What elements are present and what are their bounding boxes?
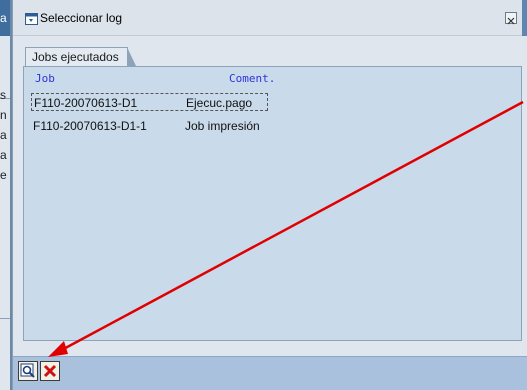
list-item[interactable]: F110-20070613-D1-1 Job impresión — [24, 117, 521, 135]
background-window-edge-right — [522, 0, 527, 36]
job-name: F110-20070613-D1-1 — [33, 119, 147, 133]
dialog-toolbar — [13, 356, 527, 390]
display-log-button[interactable] — [18, 361, 38, 381]
close-button[interactable] — [505, 12, 517, 25]
tab-jobs-ejecutados[interactable]: Jobs ejecutados — [25, 47, 136, 66]
list-item[interactable]: F110-20070613-D1 Ejecuc.pago — [31, 93, 268, 111]
tab-label: Jobs ejecutados — [32, 50, 119, 64]
background-window-edge: a s n a a e — [0, 0, 12, 390]
column-header-comment[interactable]: Coment. — [229, 72, 275, 85]
window-icon — [25, 12, 38, 25]
magnifier-view-icon — [20, 363, 35, 378]
column-header-job[interactable]: Job — [35, 72, 55, 85]
job-comment: Job impresión — [185, 119, 260, 133]
dialog-titlebar[interactable]: Seleccionar log — [13, 0, 527, 36]
dialog-title: Seleccionar log — [40, 11, 123, 25]
jobs-list: Job Coment. F110-20070613-D1 Ejecuc.pago… — [23, 66, 522, 341]
close-icon — [507, 17, 515, 25]
job-name: F110-20070613-D1 — [34, 96, 138, 110]
select-log-dialog: Seleccionar log Jobs ejecutados Job Come… — [12, 0, 527, 390]
cancel-x-icon — [43, 364, 57, 378]
cancel-button[interactable] — [40, 361, 60, 381]
job-comment: Ejecuc.pago — [186, 96, 253, 110]
